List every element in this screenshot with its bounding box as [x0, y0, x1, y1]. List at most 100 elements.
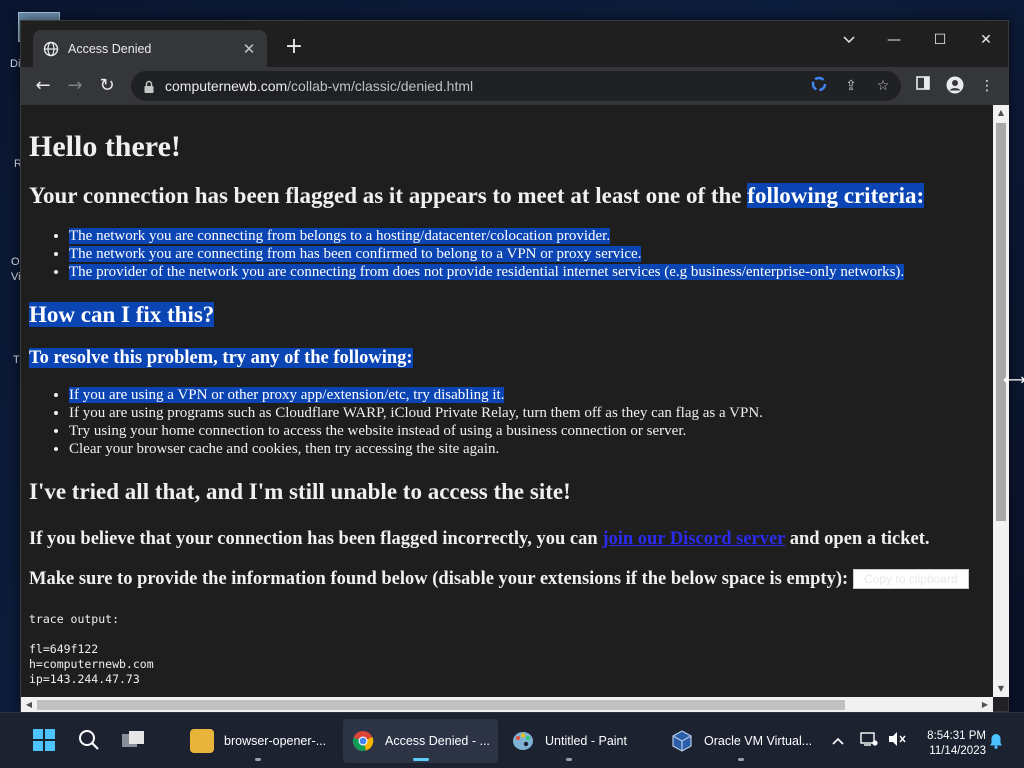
taskbar-item-paint[interactable]: Untitled - Paint [503, 719, 635, 763]
list-item: The network you are connecting from belo… [69, 227, 985, 245]
horizontal-scroll-thumb[interactable] [37, 700, 845, 710]
vertical-scrollbar[interactable]: ▲ ▼ [993, 105, 1009, 697]
task-view-button[interactable] [113, 719, 153, 763]
criteria-heading: Your connection has been flagged as it a… [29, 182, 985, 210]
criteria-item-text: The network you are connecting from belo… [69, 228, 611, 244]
address-bar[interactable]: computernewb.com/collab-vm/classic/denie… [131, 71, 901, 101]
taskbar-item-label: Oracle VM Virtual... [704, 734, 813, 748]
paint-palette-icon [511, 729, 535, 753]
list-item: The provider of the network you are conn… [69, 263, 985, 281]
believe-paragraph: If you believe that your connection has … [29, 528, 985, 550]
taskbar-item-label: Access Denied - ... [385, 734, 490, 748]
url-text[interactable]: computernewb.com/collab-vm/classic/denie… [165, 78, 473, 94]
taskbar-item-virtualbox[interactable]: Oracle VM Virtual... [662, 719, 820, 763]
copy-button-label: Copy to clipboard [864, 572, 958, 586]
tab-search-chevron-icon[interactable] [826, 25, 872, 55]
provide-text: Make sure to provide the information fou… [29, 569, 849, 589]
browser-toolbar: ← → ↻ computernewb.com/collab-vm/classic… [21, 67, 1008, 105]
believe-suffix: and open a ticket. [785, 529, 930, 549]
resolve-heading: To resolve this problem, try any of the … [29, 347, 985, 369]
resolve-heading-text: To resolve this problem, try any of the … [29, 348, 413, 368]
task-view-icon [121, 729, 145, 754]
clock-time: 8:54:31 PM [927, 730, 986, 742]
windows-logo-icon [32, 728, 56, 755]
page-viewport: Hello there! Your connection has been fl… [21, 105, 993, 697]
desktop-icon-label: O [11, 256, 20, 268]
list-item: The network you are connecting from has … [69, 245, 985, 263]
running-indicator [738, 758, 745, 761]
horizontal-scrollbar[interactable]: ◀ ▶ [21, 697, 993, 713]
tab-strip: Access Denied ✕ + — ☐ ✕ [21, 21, 1008, 67]
desktop-icon-label: Di [10, 58, 21, 70]
taskbar-item-file-explorer[interactable]: browser-opener-... [182, 719, 334, 763]
volume-muted-icon[interactable] [888, 731, 910, 751]
network-icon[interactable] [860, 731, 882, 751]
taskbar-item-label: browser-opener-... [224, 734, 327, 748]
system-tray [828, 713, 910, 768]
running-indicator [255, 758, 262, 761]
list-item: Clear your browser cache and cookies, th… [69, 440, 985, 458]
running-indicator [565, 758, 572, 761]
discord-link[interactable]: join our Discord server [602, 529, 785, 549]
list-item: If you are using a VPN or other proxy ap… [69, 386, 985, 404]
maximize-button[interactable]: ☐ [917, 25, 963, 55]
page-content: Hello there! Your connection has been fl… [21, 129, 993, 687]
tried-heading: I've tried all that, and I'm still unabl… [29, 479, 571, 504]
fix-item-text: If you are using a VPN or other proxy ap… [69, 387, 505, 403]
profile-icon[interactable] [945, 76, 965, 96]
criteria-item-text: The provider of the network you are conn… [69, 264, 905, 280]
trace-line: fl=649f122 [29, 642, 99, 656]
fixes-list: If you are using a VPN or other proxy ap… [69, 386, 985, 458]
forward-button[interactable]: → [61, 72, 89, 100]
criteria-heading-text: Your connection has been flagged as it a… [29, 183, 748, 208]
share-icon[interactable]: ⇪ [841, 76, 861, 96]
desktop-icon-label: T [13, 354, 20, 366]
search-button[interactable] [70, 719, 108, 763]
believe-prefix: If you believe that your connection has … [29, 529, 603, 549]
google-icon[interactable] [809, 76, 829, 96]
notification-bell-icon[interactable] [989, 733, 1003, 753]
url-path: /collab-vm/classic/denied.html [287, 78, 474, 94]
scroll-left-icon[interactable]: ◀ [21, 697, 37, 713]
chrome-icon [351, 729, 375, 753]
close-tab-icon[interactable]: ✕ [241, 40, 257, 58]
page-title: Hello there! [29, 130, 181, 163]
menu-kebab-icon[interactable]: ⋮ [977, 76, 997, 96]
criteria-heading-selected: following criteria: [747, 183, 925, 208]
trace-line: ip=143.244.47.73 [29, 672, 140, 686]
start-button[interactable] [24, 719, 64, 763]
criteria-list: The network you are connecting from belo… [69, 227, 985, 281]
taskbar: browser-opener-... Access Denied - ... U… [0, 712, 1024, 768]
criteria-item-text: The network you are connecting from has … [69, 246, 642, 262]
minimize-button[interactable]: — [871, 25, 917, 55]
close-window-button[interactable]: ✕ [963, 25, 1009, 55]
fix-heading-text: How can I fix this? [29, 302, 215, 327]
lock-icon[interactable] [143, 79, 155, 93]
vertical-scroll-thumb[interactable] [996, 123, 1006, 521]
taskbar-clock[interactable]: 8:54:31 PM 11/14/2023 [916, 729, 986, 759]
tab-access-denied[interactable]: Access Denied ✕ [33, 30, 267, 67]
clock-date: 11/14/2023 [929, 745, 986, 757]
taskbar-item-chrome[interactable]: Access Denied - ... [343, 719, 498, 763]
trace-line: h=computernewb.com [29, 657, 154, 671]
active-indicator [412, 758, 429, 761]
new-tab-button[interactable]: + [282, 36, 306, 60]
bookmark-star-icon[interactable]: ☆ [873, 76, 893, 96]
url-host: computernewb.com [165, 78, 288, 94]
list-item: If you are using programs such as Cloudf… [69, 404, 985, 422]
folder-icon [190, 729, 214, 753]
tab-title: Access Denied [68, 41, 152, 56]
trace-output: trace output: fl=649f122 h=computernewb.co… [29, 612, 985, 687]
scroll-right-icon[interactable]: ▶ [977, 697, 993, 713]
reload-button[interactable]: ↻ [93, 72, 121, 100]
globe-icon [43, 41, 59, 57]
browser-window: Access Denied ✕ + — ☐ ✕ ← → ↻ computerne… [20, 20, 1009, 713]
back-button[interactable]: ← [29, 72, 57, 100]
scroll-up-icon[interactable]: ▲ [993, 105, 1009, 121]
show-hidden-icons-chevron-icon[interactable] [828, 733, 848, 749]
scroll-down-icon[interactable]: ▼ [993, 681, 1009, 697]
taskbar-item-label: Untitled - Paint [545, 734, 627, 748]
copy-to-clipboard-button[interactable]: Copy to clipboard [853, 569, 969, 589]
provide-paragraph: Make sure to provide the information fou… [29, 568, 985, 590]
side-panel-icon[interactable] [913, 76, 933, 96]
